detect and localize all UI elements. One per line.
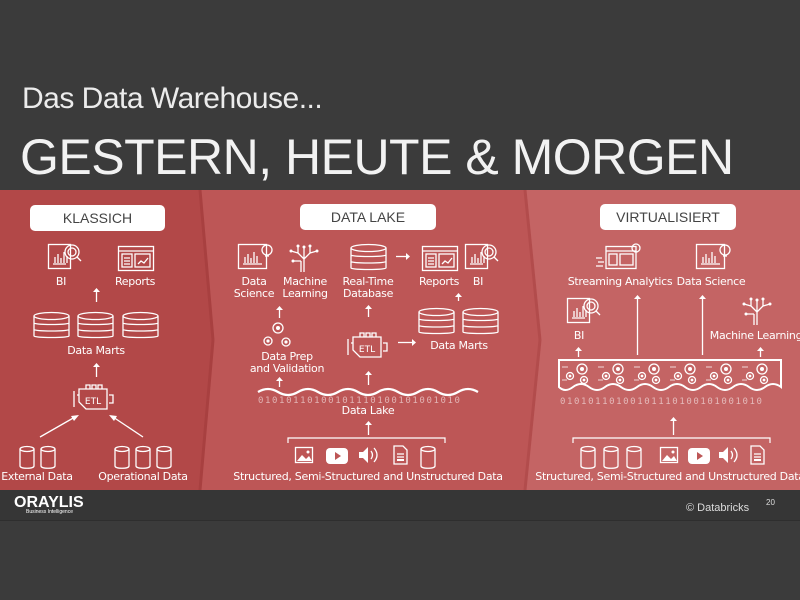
database-icon bbox=[122, 311, 159, 340]
database-icon bbox=[418, 307, 455, 336]
arrow-up-icon bbox=[757, 347, 764, 357]
machine-learning-label: Machine Learning bbox=[282, 275, 328, 300]
data-science-label: Data Science bbox=[233, 275, 275, 300]
arrow-up-icon bbox=[634, 295, 641, 355]
arrow-up-icon bbox=[699, 295, 706, 355]
speaker-icon bbox=[358, 446, 380, 464]
sources-label: Structured, Semi-Structured and Unstruct… bbox=[535, 470, 800, 483]
document-icon bbox=[393, 445, 408, 465]
database-icon bbox=[33, 311, 70, 340]
arrow-right-icon bbox=[396, 253, 410, 260]
data-lake-label: Data Lake bbox=[341, 404, 395, 417]
image-icon bbox=[659, 446, 679, 464]
data-marts-label: Data Marts bbox=[430, 339, 488, 352]
real-time-database-label: Real-Time Database bbox=[342, 275, 394, 300]
cylinder-icon bbox=[420, 445, 436, 470]
bi-target-icon bbox=[47, 243, 82, 272]
slide-subtitle: Das Data Warehouse... bbox=[22, 82, 323, 115]
document-icon bbox=[750, 445, 765, 465]
cylinder-icon bbox=[135, 445, 151, 470]
klassich-header: KLASSICH bbox=[30, 205, 165, 231]
arrow-up-icon bbox=[455, 293, 462, 301]
virtualization-processing-layer bbox=[558, 359, 782, 391]
video-icon bbox=[688, 448, 710, 464]
page-number: 20 bbox=[766, 498, 775, 507]
machine-learning-label: Machine Learning bbox=[709, 329, 800, 342]
arrow-right-icon bbox=[398, 339, 416, 346]
arrow-up-icon bbox=[670, 417, 677, 435]
svg-text:ETL: ETL bbox=[359, 345, 375, 355]
report-dashboard-icon bbox=[117, 245, 155, 272]
database-icon bbox=[77, 311, 114, 340]
video-icon bbox=[326, 448, 348, 464]
external-data-label: External Data bbox=[1, 470, 73, 483]
bi-label: BI bbox=[573, 329, 585, 342]
gears-icon bbox=[562, 363, 589, 385]
gears-icon bbox=[262, 322, 292, 348]
database-icon bbox=[462, 307, 499, 336]
reports-label: Reports bbox=[114, 275, 156, 288]
arrow-up-icon bbox=[575, 347, 582, 357]
binary-stream: 01010110100101110100101001010 bbox=[560, 397, 764, 407]
copyright: © Databricks bbox=[686, 502, 750, 514]
gears-icon bbox=[598, 363, 625, 385]
arrow-up-icon bbox=[276, 306, 283, 318]
lightbulb-chart-icon bbox=[695, 243, 732, 272]
gears-icon bbox=[670, 363, 697, 385]
bi-label: BI bbox=[55, 275, 67, 288]
operational-data-label: Operational Data bbox=[98, 470, 188, 483]
bi-label: BI bbox=[472, 275, 484, 288]
brain-tree-icon bbox=[288, 243, 320, 273]
cylinder-icon bbox=[156, 445, 172, 470]
cylinder-icon bbox=[114, 445, 130, 470]
image-icon bbox=[294, 446, 314, 464]
arrow-up-icon bbox=[365, 421, 372, 435]
cylinder-icon bbox=[580, 445, 596, 470]
cylinder-icon bbox=[626, 445, 642, 470]
cylinder-icon bbox=[603, 445, 619, 470]
data-lake-header: DATA LAKE bbox=[300, 204, 436, 230]
data-science-label: Data Science bbox=[676, 275, 746, 288]
streaming-dashboard-icon bbox=[596, 243, 641, 271]
etl-engine-icon: ETL bbox=[346, 331, 390, 359]
speaker-icon bbox=[718, 446, 740, 464]
arrow-up-icon bbox=[93, 363, 100, 377]
sources-bracket bbox=[287, 437, 446, 443]
slide-title: GESTERN, HEUTE & MORGEN bbox=[20, 129, 734, 185]
bi-target-icon bbox=[464, 243, 499, 272]
sources-bracket bbox=[572, 437, 771, 443]
data-prep-label: Data Prep and Validation bbox=[249, 350, 325, 375]
reports-label: Reports bbox=[418, 275, 460, 288]
arrow-up-icon bbox=[365, 305, 372, 317]
arrow-up-icon bbox=[93, 288, 100, 302]
etl-input-arrows bbox=[39, 415, 144, 438]
arrow-up-icon bbox=[365, 371, 372, 385]
data-marts-label: Data Marts bbox=[67, 344, 125, 357]
virtualisiert-header: VIRTUALISIERT bbox=[600, 204, 736, 230]
bi-target-icon bbox=[566, 297, 601, 326]
brain-tree-icon bbox=[741, 296, 773, 326]
cylinder-icon bbox=[40, 445, 56, 470]
oraylis-logo: ORAYLIS Business Intelligence bbox=[14, 494, 84, 515]
database-icon bbox=[350, 243, 387, 272]
gears-icon bbox=[706, 363, 733, 385]
streaming-analytics-label: Streaming Analytics bbox=[567, 275, 673, 288]
sources-label: Structured, Semi-Structured and Unstruct… bbox=[233, 470, 503, 483]
footer bbox=[0, 490, 800, 521]
report-dashboard-icon bbox=[421, 245, 459, 272]
gears-icon bbox=[742, 363, 769, 385]
cylinder-icon bbox=[19, 445, 35, 470]
lightbulb-chart-icon bbox=[237, 243, 274, 272]
gears-icon bbox=[634, 363, 661, 385]
